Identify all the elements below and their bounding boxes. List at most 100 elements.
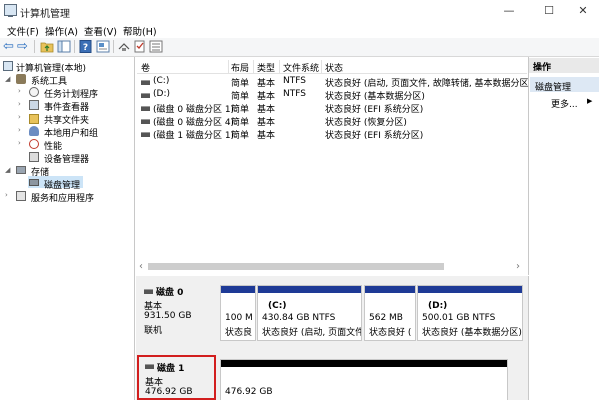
event-log-icon [29, 100, 39, 110]
more-actions-link[interactable]: 更多... [551, 97, 578, 110]
clock-icon [29, 87, 39, 97]
device-manager-icon [29, 152, 39, 162]
tree-label: 共享文件夹 [44, 116, 90, 126]
cell-filesystem: NTFS [283, 76, 306, 86]
chevron-right-icon[interactable]: › [18, 139, 21, 147]
column-divider [228, 60, 229, 73]
list-view-icon[interactable] [149, 40, 163, 53]
help-icon[interactable]: ? [79, 40, 93, 53]
table-row[interactable]: (磁盘 1 磁盘分区 1) 简单 基本 状态良好 (EFI 系统分区) [137, 127, 527, 141]
tree-label: 系统工具 [31, 77, 68, 87]
disk-size: 931.50 GB [144, 311, 192, 321]
drive-icon [141, 80, 150, 85]
storage-icon [16, 166, 26, 174]
disk-management-icon [29, 179, 39, 186]
partition-d[interactable]: (D:) 500.01 GB NTFS 状态良好 (基本数据分区) [417, 285, 523, 341]
tree-label: 任务计划程序 [44, 90, 99, 100]
window-title: 计算机管理 [20, 9, 70, 20]
partition-bar [221, 360, 507, 367]
partition-bar [258, 286, 361, 293]
disk-size: 476.92 GB [145, 387, 193, 397]
tree-label: 事件查看器 [44, 103, 90, 113]
partition-size: 500.01 GB NTFS [422, 313, 496, 323]
disk-0-label[interactable]: 磁盘 0 基本 931.50 GB 联机 [140, 284, 218, 352]
cell-volume: (磁盘 1 磁盘分区 1) [153, 131, 235, 141]
svg-text:?: ? [83, 43, 88, 53]
chevron-right-icon[interactable]: › [18, 126, 21, 134]
partition-size: 430.84 GB NTFS [262, 313, 336, 323]
partition-status: 状态良好 ( [369, 328, 412, 338]
menu-action[interactable]: 操作(A) [45, 24, 78, 38]
properties-icon[interactable] [96, 40, 110, 53]
disk-state: 联机 [144, 326, 163, 336]
drive-icon [141, 132, 150, 137]
connect-icon[interactable] [117, 40, 131, 53]
disk-name: 磁盘 1 [157, 364, 185, 374]
partition-bar [418, 286, 522, 293]
drive-icon [141, 106, 150, 111]
minimize-button[interactable]: — [491, 0, 527, 22]
cell-status: 状态良好 (EFI 系统分区) [325, 131, 424, 141]
chevron-right-icon[interactable]: › [18, 113, 21, 121]
partition-size: 100 M [225, 313, 253, 323]
up-folder-icon[interactable] [40, 40, 54, 53]
toolbar-separator [34, 40, 35, 53]
column-header-type[interactable]: 类型 [257, 61, 275, 74]
chevron-down-icon[interactable]: ◢ [5, 166, 10, 174]
column-divider [321, 60, 322, 73]
partition-efi[interactable]: 100 M 状态良 [220, 285, 256, 341]
cell-volume: (C:) [153, 76, 170, 86]
menu-help[interactable]: 帮助(H) [123, 24, 157, 38]
menu-view[interactable]: 查看(V) [84, 24, 117, 38]
more-arrow-icon[interactable]: ▶ [587, 97, 592, 105]
scrollbar-thumb[interactable] [148, 263, 444, 270]
check-icon[interactable] [133, 40, 147, 53]
actions-title: 操作 [533, 63, 552, 73]
tree-label: 性能 [44, 142, 63, 152]
disk-1-label[interactable]: 磁盘 1 基本 476.92 GB [137, 355, 216, 400]
column-header-layout[interactable]: 布局 [231, 61, 249, 74]
column-header-status[interactable]: 状态 [325, 61, 343, 74]
chevron-down-icon[interactable]: ◢ [5, 75, 10, 83]
console-tree-icon[interactable] [57, 40, 71, 53]
partition-bar [221, 286, 255, 293]
partition-title: (D:) [428, 301, 448, 311]
chevron-right-icon[interactable]: › [18, 87, 21, 95]
tree-label: 计算机管理(本地) [16, 64, 87, 74]
table-row[interactable]: (磁盘 0 磁盘分区 1) 简单 基本 状态良好 (EFI 系统分区) [137, 101, 527, 115]
toolbar-separator [74, 40, 75, 53]
scroll-right-arrow-icon[interactable]: › [516, 261, 520, 272]
back-arrow-icon[interactable]: ⇦ [3, 38, 14, 55]
partition-recovery[interactable]: 562 MB 状态良好 ( [364, 285, 416, 341]
computer-icon [3, 61, 13, 71]
chevron-right-icon[interactable]: › [5, 191, 8, 199]
computer-management-app-icon [4, 4, 17, 17]
menu-file[interactable]: 文件(F) [7, 24, 39, 38]
tools-icon [16, 74, 26, 84]
column-header-filesystem[interactable]: 文件系统 [283, 61, 319, 74]
drive-icon [141, 93, 150, 98]
partition-title: (C:) [268, 301, 287, 311]
column-divider [279, 60, 280, 73]
chevron-right-icon[interactable]: › [18, 100, 21, 108]
users-icon [29, 126, 39, 136]
table-row[interactable]: (磁盘 0 磁盘分区 4) 简单 基本 状态良好 (恢复分区) [137, 114, 527, 128]
partition-status: 状态良好 (基本数据分区) [422, 328, 522, 338]
partition-disk1[interactable]: 476.92 GB [220, 359, 508, 400]
column-header-volume[interactable]: 卷 [141, 61, 150, 74]
partition-size: 476.92 GB [225, 387, 273, 397]
actions-section-label: 磁盘管理 [535, 83, 572, 93]
column-divider [253, 60, 254, 73]
partition-c[interactable]: (C:) 430.84 GB NTFS 状态良好 (启动, 页面文件, [257, 285, 362, 341]
table-row[interactable]: (D:) 简单 基本 NTFS 状态良好 (基本数据分区) [137, 88, 527, 102]
scroll-left-arrow-icon[interactable]: ‹ [139, 261, 143, 272]
forward-arrow-icon[interactable]: ⇨ [17, 38, 28, 55]
tree-label: 设备管理器 [44, 155, 90, 165]
drive-icon [141, 119, 150, 124]
disk-icon [145, 364, 154, 369]
shared-folder-icon [29, 114, 39, 124]
close-button[interactable]: ✕ [565, 0, 599, 22]
cell-filesystem: NTFS [283, 89, 306, 99]
maximize-button[interactable]: ☐ [531, 0, 567, 22]
table-row[interactable]: (C:) 简单 基本 NTFS 状态良好 (启动, 页面文件, 故障转储, 基本… [137, 75, 532, 89]
